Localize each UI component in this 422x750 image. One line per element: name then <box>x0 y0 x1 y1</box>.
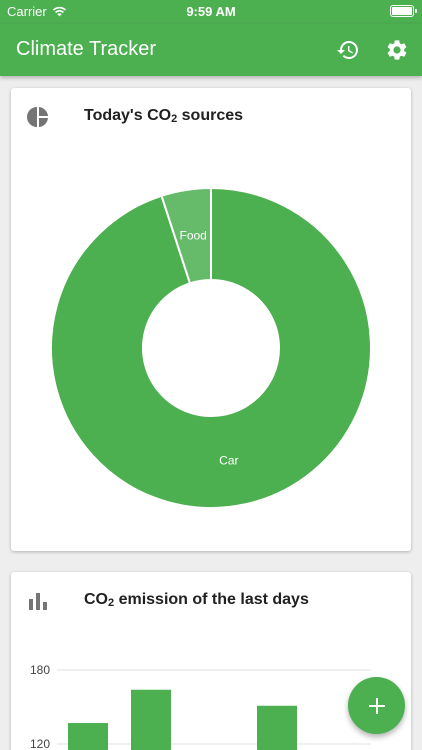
emissions-bar-chart: 120 180 <box>30 663 371 750</box>
settings-button[interactable] <box>384 37 410 63</box>
gear-icon <box>387 40 407 60</box>
donut-label-car: Car <box>219 454 238 468</box>
sources-donut-chart: Car Food <box>50 186 372 509</box>
app-title: Climate Tracker <box>16 38 157 60</box>
clock: 9:59 AM <box>186 4 236 19</box>
y-tick-label: 120 <box>30 737 50 750</box>
status-bar: Carrier 9:59 AM <box>0 0 422 24</box>
history-button[interactable] <box>335 37 361 63</box>
y-tick-label: 180 <box>30 663 50 677</box>
add-entry-button[interactable] <box>348 677 405 734</box>
sources-card: Today's CO2 sources Car Food <box>11 88 411 551</box>
battery-icon <box>390 5 417 17</box>
history-icon <box>337 41 358 59</box>
bar <box>68 723 108 750</box>
app-bar: Climate Tracker <box>0 24 422 76</box>
bar <box>131 689 171 750</box>
add-icon <box>368 697 385 714</box>
emissions-card: CO2 emission of the last days 120 180 <box>11 572 411 750</box>
bar <box>257 705 297 750</box>
donut-label-food: Food <box>179 228 206 242</box>
